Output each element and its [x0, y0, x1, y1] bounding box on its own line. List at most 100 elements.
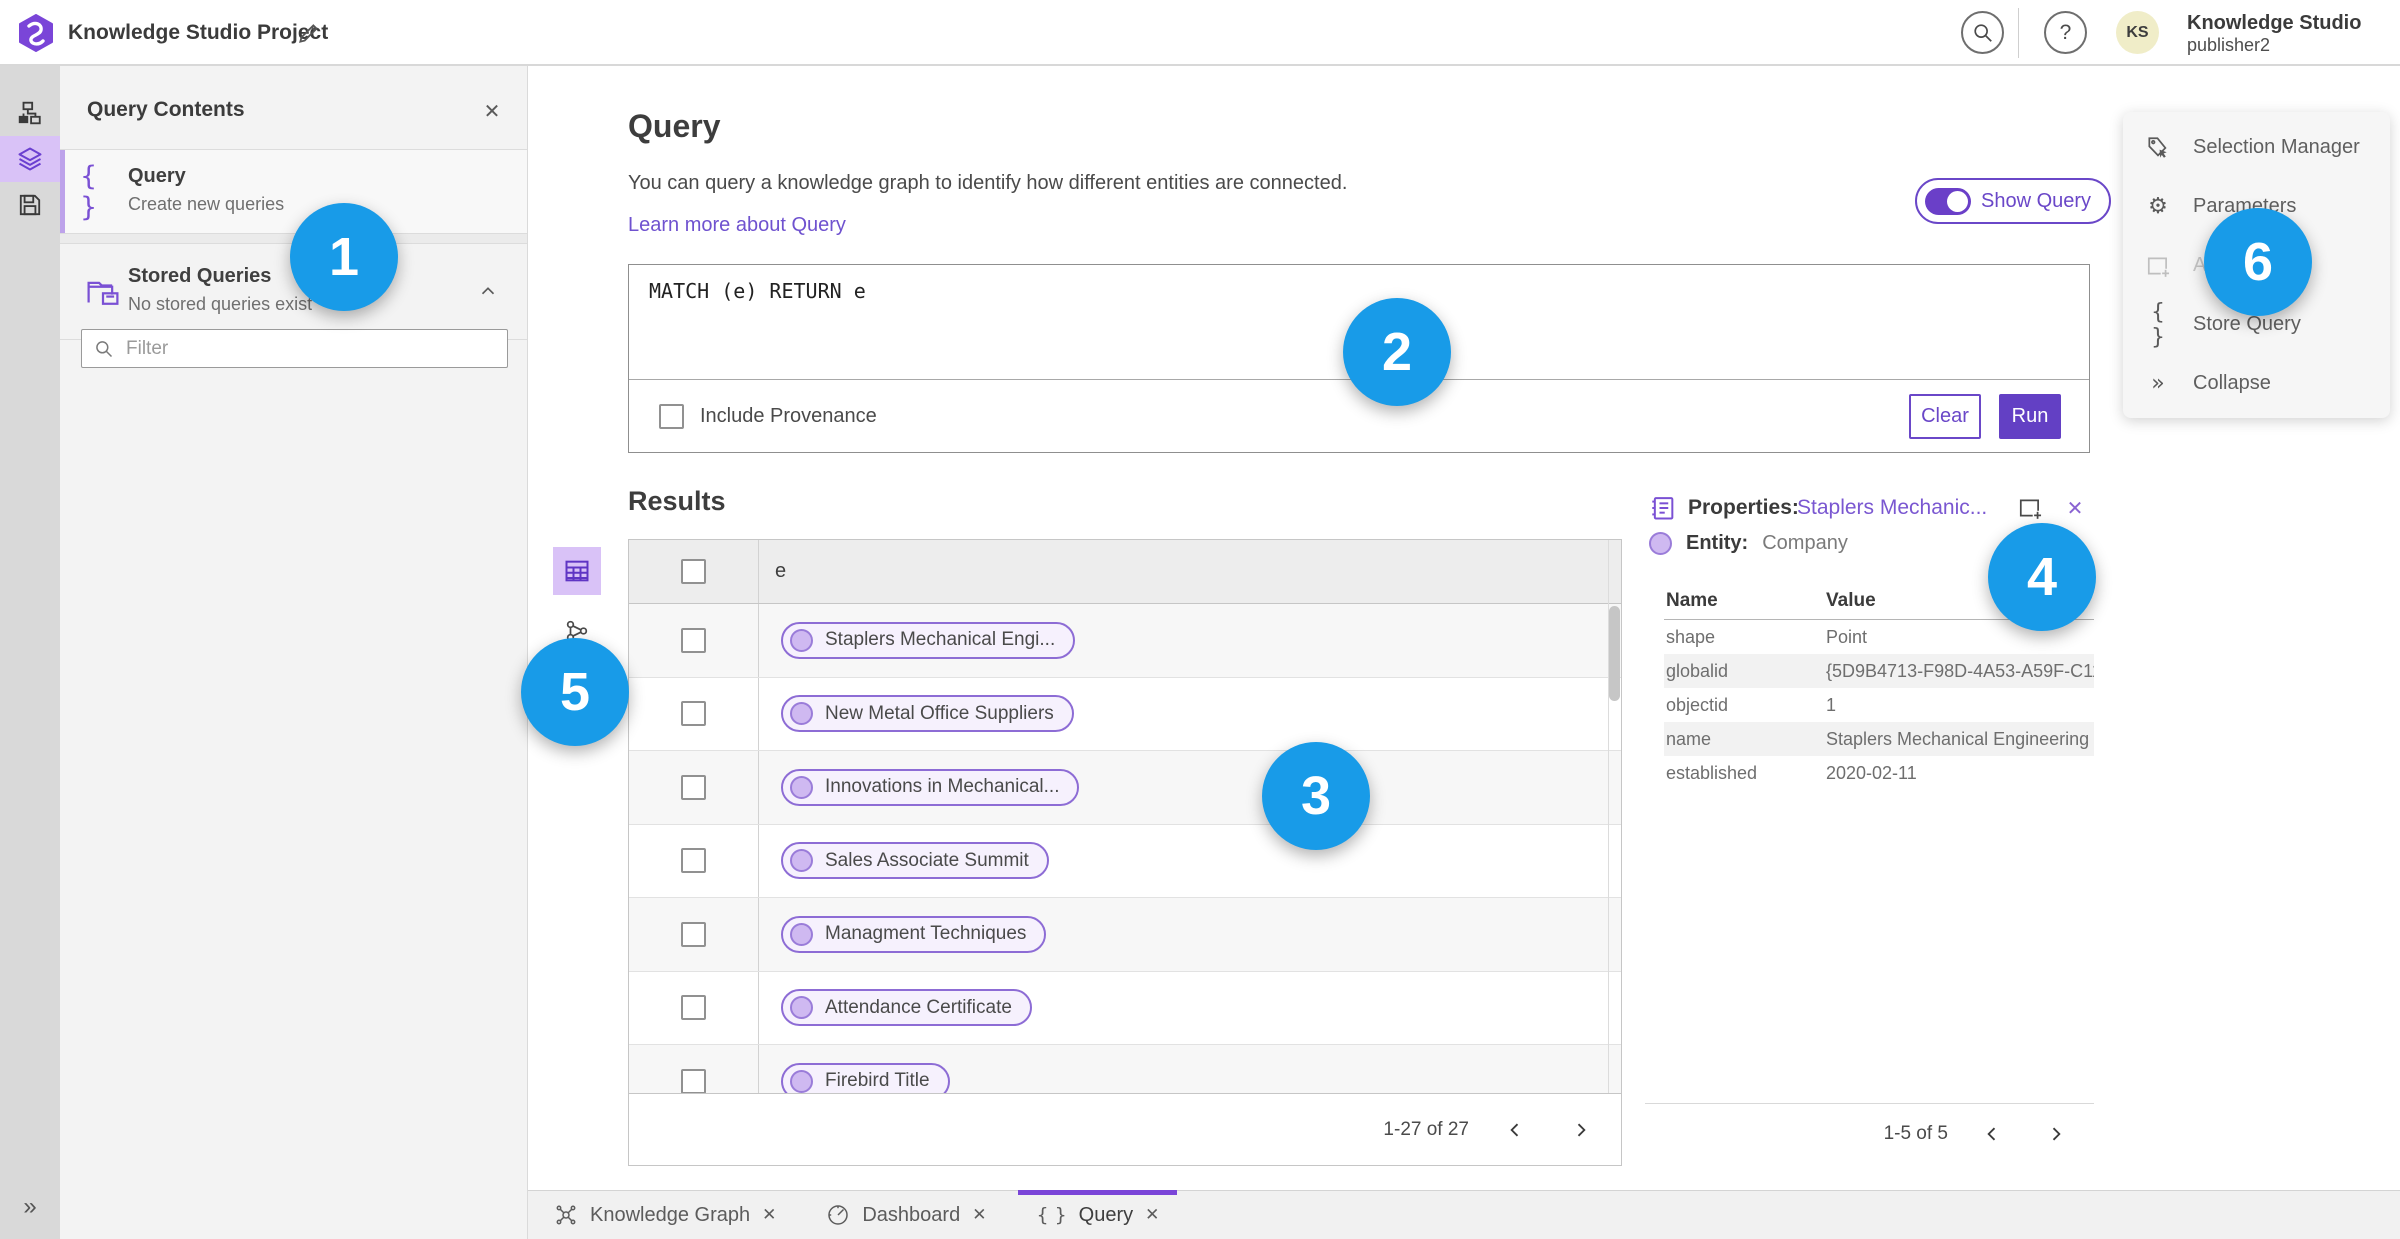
user-name: Knowledge Studio — [2187, 12, 2362, 34]
tab-close-button[interactable]: ✕ — [1145, 1205, 1159, 1225]
property-row: globalid {5D9B4713-F98D-4A53-A59F-C11... — [1664, 654, 2094, 688]
properties-pagination: 1-5 of 5 — [1645, 1103, 2094, 1164]
tab-dashboard[interactable]: Dashboard ✕ — [808, 1191, 1004, 1239]
menu-item-selection-manager[interactable]: Selection Manager — [2123, 118, 2390, 177]
entity-chip[interactable]: Managment Techniques — [781, 915, 1047, 953]
row-checkbox[interactable] — [681, 995, 706, 1021]
results-next-page-button[interactable] — [1561, 1110, 1601, 1150]
include-provenance-checkbox[interactable] — [659, 403, 684, 429]
clear-button[interactable]: Clear — [1909, 393, 1981, 439]
layers-icon — [16, 145, 44, 173]
contents-panel-close-button[interactable]: ✕ — [475, 94, 509, 128]
menu-item-collapse[interactable]: » Collapse — [2123, 354, 2390, 413]
results-table-header: e — [629, 540, 1621, 604]
entity-chip[interactable]: Attendance Certificate — [781, 989, 1032, 1027]
annotation-circle-3: 3 — [1262, 742, 1370, 850]
results-prev-page-button[interactable] — [1495, 1110, 1535, 1150]
edit-title-button[interactable] — [296, 18, 326, 48]
properties-icon — [1649, 494, 1677, 522]
run-button[interactable]: Run — [1999, 393, 2061, 439]
row-checkbox[interactable] — [681, 921, 706, 947]
rail-sitemap-button[interactable] — [0, 90, 60, 136]
entity-dot-icon — [790, 702, 813, 726]
row-checkbox[interactable] — [681, 848, 706, 874]
help-icon: ? — [2059, 20, 2072, 44]
properties-entity-link[interactable]: Staplers Mechanic... — [1797, 496, 1987, 520]
entity-dot-icon — [790, 1069, 813, 1093]
properties-prev-page-button[interactable] — [1972, 1114, 2012, 1154]
top-bar: Knowledge Studio Project ? KS Knowledge … — [0, 0, 2400, 66]
user-info[interactable]: Knowledge Studio publisher2 — [2187, 12, 2361, 56]
entity-chip[interactable]: Sales Associate Summit — [781, 842, 1049, 880]
sitemap-icon — [17, 100, 43, 126]
row-checkbox[interactable] — [681, 1068, 706, 1093]
entity-dot-icon — [1649, 532, 1672, 555]
rail-save-button[interactable] — [0, 182, 60, 228]
learn-more-link[interactable]: Learn more about Query — [628, 214, 846, 237]
add-window-icon — [2145, 253, 2171, 279]
properties-next-page-button[interactable] — [2036, 1114, 2076, 1154]
results-heading: Results — [628, 486, 726, 516]
table-row: Attendance Certificate — [629, 971, 1621, 1045]
entity-chip[interactable]: Firebird Title — [781, 1062, 950, 1093]
filter-input[interactable] — [126, 337, 495, 360]
tab-close-button[interactable]: ✕ — [972, 1205, 986, 1225]
properties-page-range: 1-5 of 5 — [1883, 1123, 1948, 1144]
entity-chip[interactable]: Staplers Mechanical Engi... — [781, 621, 1076, 659]
entity-dot-icon — [790, 775, 813, 799]
filter-field — [81, 329, 508, 368]
toggle-switch — [1925, 187, 1971, 215]
collapse-section-button[interactable] — [477, 274, 511, 308]
entity-chip[interactable]: New Metal Office Suppliers — [781, 695, 1074, 733]
contents-panel-title: Query Contents — [87, 98, 245, 121]
query-item-description: Create new queries — [128, 194, 285, 214]
tab-query[interactable]: { } Query ✕ — [1018, 1190, 1178, 1239]
results-page-range: 1-27 of 27 — [1383, 1118, 1469, 1140]
bottom-tab-strip: Knowledge Graph ✕ Dashboard ✕ { } Query … — [528, 1190, 2400, 1239]
table-scrollbar-thumb[interactable] — [1609, 606, 1620, 701]
user-avatar[interactable]: KS — [2116, 11, 2159, 54]
row-checkbox[interactable] — [681, 627, 706, 653]
table-view-button[interactable] — [553, 547, 601, 595]
pencil-icon — [296, 20, 326, 46]
stored-queries-label: Stored Queries — [128, 265, 272, 287]
chevron-left-icon — [1982, 1124, 2002, 1144]
annotation-circle-5: 5 — [521, 638, 629, 746]
close-icon: ✕ — [2066, 497, 2084, 520]
row-checkbox[interactable] — [681, 701, 706, 727]
results-table: e Staplers Mechanical Engi... New Metal … — [628, 539, 1622, 1166]
tab-close-button[interactable]: ✕ — [762, 1205, 776, 1225]
property-row: objectid 1 — [1666, 694, 1837, 715]
properties-close-button[interactable]: ✕ — [2059, 492, 2091, 524]
stored-queries-icon — [80, 272, 126, 312]
collapse-chevrons-icon: » — [2151, 371, 2165, 396]
sidebar-item-query[interactable]: { } Query Create new queries — [60, 150, 527, 234]
topbar-divider — [2018, 8, 2019, 58]
query-heading: Query — [628, 108, 721, 144]
help-button[interactable]: ? — [2044, 11, 2087, 54]
show-query-toggle[interactable]: Show Query — [1915, 178, 2112, 224]
include-provenance-label: Include Provenance — [700, 404, 877, 427]
braces-icon: { } — [2151, 299, 2165, 350]
stored-queries-description: No stored queries exist — [128, 294, 313, 314]
entity-chip[interactable]: Innovations in Mechanical... — [781, 768, 1080, 806]
annotation-circle-4: 4 — [1988, 523, 2096, 631]
entity-type: Company — [1762, 532, 1848, 554]
search-icon — [1972, 22, 1994, 44]
select-all-cell — [629, 540, 759, 603]
select-all-checkbox[interactable] — [681, 559, 706, 584]
row-checkbox[interactable] — [681, 774, 706, 800]
tab-knowledge-graph[interactable]: Knowledge Graph ✕ — [536, 1191, 794, 1239]
table-row: Sales Associate Summit — [629, 824, 1621, 898]
properties-title: Properties: — [1688, 496, 1799, 519]
add-window-icon — [2017, 495, 2051, 521]
app-root: Knowledge Studio Project ? KS Knowledge … — [0, 0, 2400, 1239]
search-icon — [94, 339, 114, 359]
search-button[interactable] — [1961, 11, 2004, 54]
table-scrollbar-track[interactable] — [1608, 540, 1621, 1093]
add-to-new-window-button[interactable] — [2017, 492, 2051, 524]
rail-expand-button[interactable]: » — [0, 1193, 60, 1221]
close-icon: ✕ — [483, 100, 501, 123]
chevron-right-icon — [2046, 1124, 2066, 1144]
rail-layers-button[interactable] — [0, 136, 60, 182]
